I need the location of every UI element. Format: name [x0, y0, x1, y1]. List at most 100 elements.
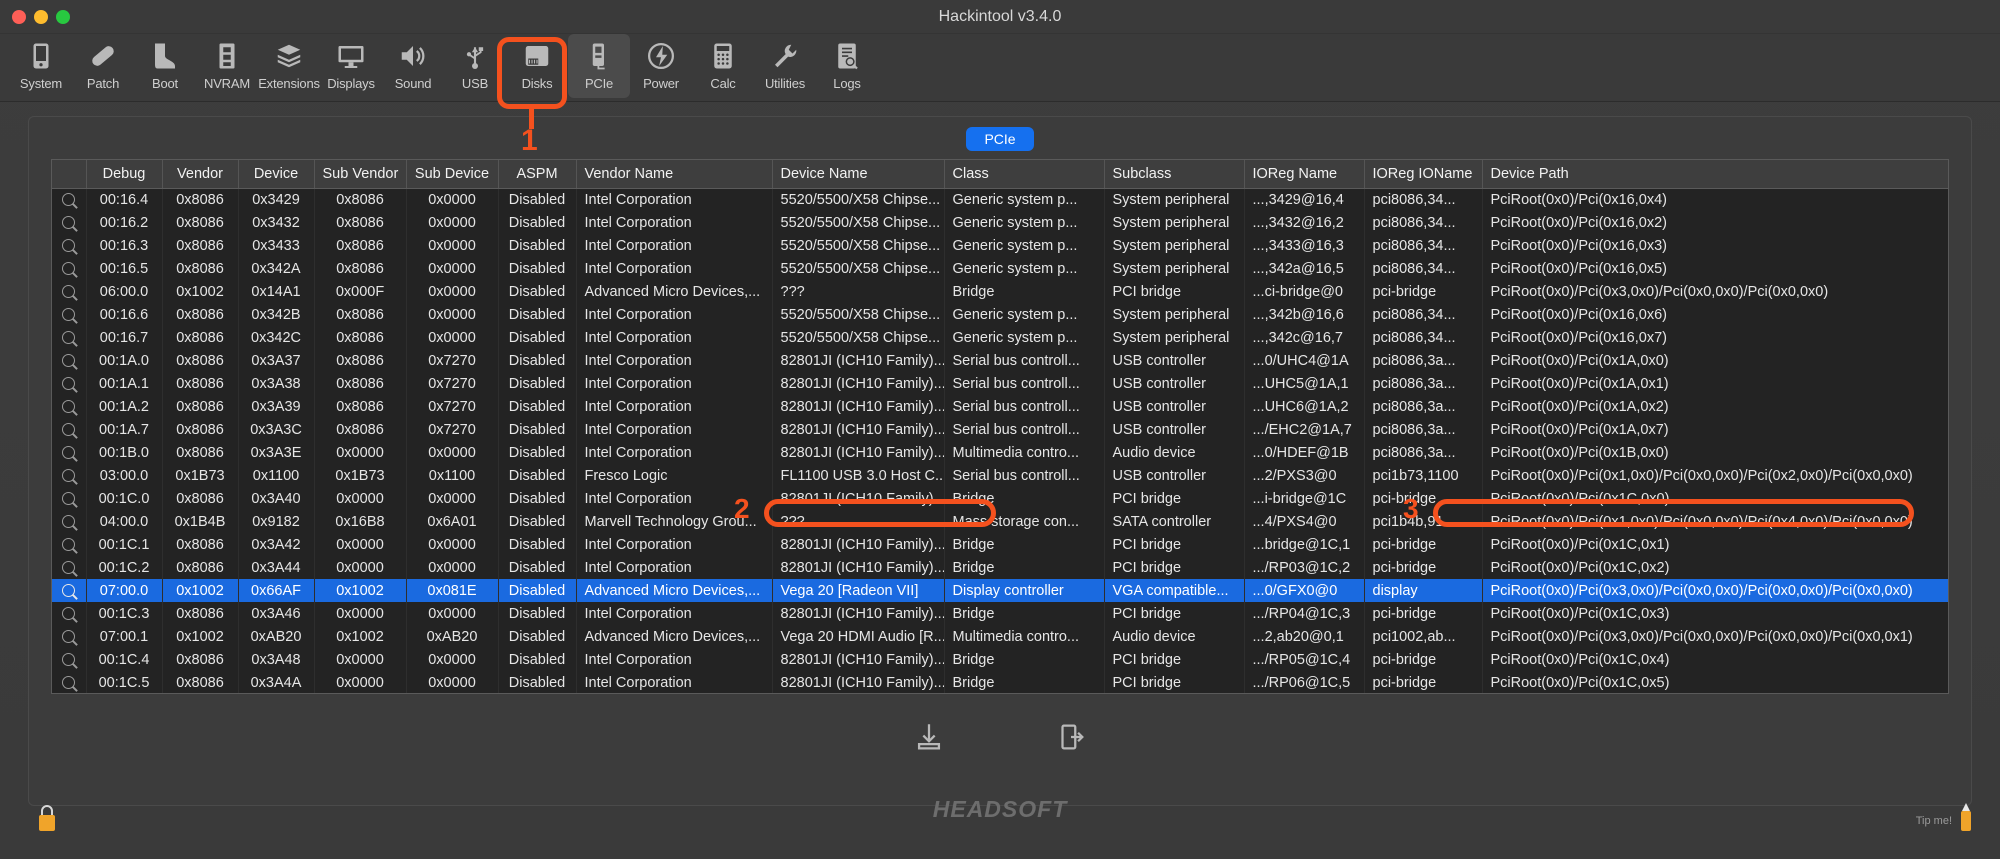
row-search-icon[interactable]	[52, 326, 87, 349]
pci-device-table-container[interactable]: Debug Vendor Device Sub Vendor Sub Device ASP…	[51, 159, 1949, 694]
row-search-icon[interactable]	[52, 349, 87, 372]
cell-sub-device: 0x0000	[406, 556, 499, 579]
calc-toolbar-button[interactable]: Calc	[692, 34, 754, 98]
cell-subclass: Audio device	[1104, 625, 1245, 648]
column-header-debug[interactable]: Debug	[86, 160, 163, 189]
column-header-device[interactable]: Device	[238, 160, 315, 189]
cell-class: Generic system p...	[944, 188, 1105, 211]
row-search-icon[interactable]	[52, 556, 87, 579]
row-search-icon[interactable]	[52, 418, 87, 441]
logs-toolbar-button[interactable]: Logs	[816, 34, 878, 98]
usb-toolbar-button[interactable]: USB	[444, 34, 506, 98]
row-search-icon[interactable]	[52, 579, 87, 602]
row-search-icon[interactable]	[52, 487, 87, 510]
displays-toolbar-button[interactable]: Displays	[320, 34, 382, 98]
cell-aspm: Disabled	[498, 625, 577, 648]
table-row[interactable]: 00:16.2 0x8086 0x3432 0x8086 0x0000 Disabled I…	[52, 211, 1948, 234]
utilities-toolbar-button[interactable]: Utilities	[754, 34, 816, 98]
table-row[interactable]: 00:1C.0 0x8086 0x3A40 0x0000 0x0000 Disabled I…	[52, 487, 1948, 510]
toolbar-item-label: NVRAM	[204, 76, 250, 91]
toolbar-item-label: Calc	[710, 76, 736, 91]
column-header-device-name[interactable]: Device Name	[772, 160, 945, 189]
cell-sub-device: 0x0000	[406, 257, 499, 280]
cell-sub-vendor: 0x8086	[314, 188, 407, 211]
column-header-aspm[interactable]: ASPM	[498, 160, 577, 189]
table-row[interactable]: 00:1A.1 0x8086 0x3A38 0x8086 0x7270 Disabled I…	[52, 372, 1948, 395]
column-header-vendor[interactable]: Vendor	[162, 160, 239, 189]
column-header-vendor-name[interactable]: Vendor Name	[576, 160, 773, 189]
cell-vendor-name: Intel Corporation	[576, 257, 773, 280]
footer-bar: HEADSOFT Tip me!	[0, 771, 2000, 859]
row-search-icon[interactable]	[52, 395, 87, 418]
title-bar: Hackintool v3.4.0	[0, 0, 2000, 34]
table-row[interactable]: 00:1A.0 0x8086 0x3A37 0x8086 0x7270 Disabled I…	[52, 349, 1948, 372]
bulb-icon[interactable]	[1956, 801, 1976, 835]
sound-toolbar-button[interactable]: Sound	[382, 34, 444, 98]
table-row[interactable]: 00:1A.7 0x8086 0x3A3C 0x8086 0x7270 Disabled I…	[52, 418, 1948, 441]
row-search-icon[interactable]	[52, 303, 87, 326]
row-search-icon[interactable]	[52, 533, 87, 556]
action-button-row	[29, 716, 1971, 758]
table-row[interactable]: 06:00.0 0x1002 0x14A1 0x000F 0x0000 Disabled A…	[52, 280, 1948, 303]
column-header-debug-icon[interactable]	[52, 160, 87, 189]
table-row[interactable]: 03:00.0 0x1B73 0x1100 0x1B73 0x1100 Disabled F…	[52, 464, 1948, 487]
row-search-icon[interactable]	[52, 602, 87, 625]
cell-device: 0x342C	[238, 326, 315, 349]
cell-vendor: 0x8086	[162, 533, 239, 556]
table-row[interactable]: 00:16.6 0x8086 0x342B 0x8086 0x0000 Disabled I…	[52, 303, 1948, 326]
extensions-icon	[271, 38, 307, 74]
nvram-toolbar-button[interactable]: NVRAM	[196, 34, 258, 98]
column-header-ioreg-name[interactable]: IOReg Name	[1244, 160, 1365, 189]
tab-pcie[interactable]: PCIe	[966, 127, 1034, 151]
boot-toolbar-button[interactable]: Boot	[134, 34, 196, 98]
table-row[interactable]: 00:16.3 0x8086 0x3433 0x8086 0x0000 Disabled I…	[52, 234, 1948, 257]
table-row[interactable]: 04:00.0 0x1B4B 0x9182 0x16B8 0x6A01 Disabled M…	[52, 510, 1948, 533]
power-toolbar-button[interactable]: Power	[630, 34, 692, 98]
cell-device-path: PciRoot(0x0)/Pci(0x16,0x5)	[1482, 257, 1948, 280]
table-row[interactable]: 00:16.5 0x8086 0x342A 0x8086 0x0000 Disabled I…	[52, 257, 1948, 280]
pcie-toolbar-button[interactable]: PCIe	[568, 34, 630, 98]
column-header-device-path[interactable]: Device Path	[1482, 160, 1948, 189]
extensions-toolbar-button[interactable]: Extensions	[258, 34, 320, 98]
column-header-sub-device[interactable]: Sub Device	[406, 160, 499, 189]
table-row[interactable]: 00:16.7 0x8086 0x342C 0x8086 0x0000 Disabled I…	[52, 326, 1948, 349]
table-row[interactable]: 00:1A.2 0x8086 0x3A39 0x8086 0x7270 Disabled I…	[52, 395, 1948, 418]
disks-toolbar-button[interactable]: Disks	[506, 34, 568, 98]
table-row[interactable]: 07:00.1 0x1002 0xAB20 0x1002 0xAB20 Disabled A…	[52, 625, 1948, 648]
row-search-icon[interactable]	[52, 510, 87, 533]
table-row[interactable]: 00:16.4 0x8086 0x3429 0x8086 0x0000 Disabled I…	[52, 188, 1948, 211]
table-row[interactable]: 00:1C.2 0x8086 0x3A44 0x0000 0x0000 Disabled I…	[52, 556, 1948, 579]
row-search-icon[interactable]	[52, 625, 87, 648]
row-search-icon[interactable]	[52, 648, 87, 671]
system-toolbar-button[interactable]: System	[10, 34, 72, 98]
table-row[interactable]: 07:00.0 0x1002 0x66AF 0x1002 0x081E Disabled A…	[52, 579, 1948, 602]
cell-ioreg-name: ...,342c@16,7	[1244, 326, 1365, 349]
column-header-ioreg-ioname[interactable]: IOReg IOName	[1364, 160, 1483, 189]
column-header-sub-vendor[interactable]: Sub Vendor	[314, 160, 407, 189]
patch-toolbar-button[interactable]: Patch	[72, 34, 134, 98]
row-search-icon[interactable]	[52, 441, 87, 464]
tip-me-control[interactable]: Tip me!	[1916, 801, 1976, 835]
cell-aspm: Disabled	[498, 280, 577, 303]
column-header-subclass[interactable]: Subclass	[1104, 160, 1245, 189]
row-search-icon[interactable]	[52, 188, 87, 211]
column-header-class[interactable]: Class	[944, 160, 1105, 189]
row-search-icon[interactable]	[52, 671, 87, 693]
row-search-icon[interactable]	[52, 211, 87, 234]
cell-aspm: Disabled	[498, 648, 577, 671]
cell-vendor-name: Intel Corporation	[576, 533, 773, 556]
row-search-icon[interactable]	[52, 257, 87, 280]
export-icon[interactable]	[1050, 716, 1092, 758]
cell-subclass: USB controller	[1104, 349, 1245, 372]
table-row[interactable]: 00:1C.3 0x8086 0x3A46 0x0000 0x0000 Disabled I…	[52, 602, 1948, 625]
cell-class: Bridge	[944, 280, 1105, 303]
table-row[interactable]: 00:1C.1 0x8086 0x3A42 0x0000 0x0000 Disabled I…	[52, 533, 1948, 556]
row-search-icon[interactable]	[52, 280, 87, 303]
table-row[interactable]: 00:1C.4 0x8086 0x3A48 0x0000 0x0000 Disabled I…	[52, 648, 1948, 671]
download-icon[interactable]	[908, 716, 950, 758]
row-search-icon[interactable]	[52, 372, 87, 395]
row-search-icon[interactable]	[52, 234, 87, 257]
row-search-icon[interactable]	[52, 464, 87, 487]
table-row[interactable]: 00:1C.5 0x8086 0x3A4A 0x0000 0x0000 Disabled I…	[52, 671, 1948, 693]
table-row[interactable]: 00:1B.0 0x8086 0x3A3E 0x0000 0x0000 Disabled I…	[52, 441, 1948, 464]
